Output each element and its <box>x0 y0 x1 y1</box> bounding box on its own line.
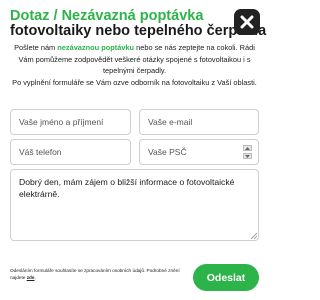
zip-field <box>139 139 259 165</box>
intro-line2: Po vyplnění formuláře se Vám ozve odborn… <box>12 77 257 87</box>
email-input[interactable] <box>139 109 259 135</box>
zip-input[interactable] <box>140 140 256 164</box>
stepper-up-button[interactable] <box>243 145 252 151</box>
zip-stepper <box>243 145 252 159</box>
consent-link[interactable]: zde <box>27 275 35 280</box>
title-highlight: Nezávazná poptávka <box>61 8 204 24</box>
stepper-down-button[interactable] <box>243 153 252 159</box>
message-textarea[interactable]: Dobrý den, mám zájem o bližší informace … <box>10 169 259 241</box>
intro-highlight: nezávaznou poptávku <box>57 43 135 52</box>
intro-text: Pošlete nám nezávaznou poptávku nebo se … <box>10 42 259 88</box>
resize-grip-icon[interactable] <box>250 232 257 239</box>
phone-input[interactable] <box>10 139 131 165</box>
title-line-2: fotovoltaiky nebo tepelného čerpadla <box>10 23 267 39</box>
chevron-up-icon <box>245 146 250 150</box>
submit-button[interactable]: Odeslat <box>193 264 259 291</box>
close-button[interactable] <box>234 9 260 35</box>
title-prefix: Dotaz / <box>10 8 58 24</box>
inquiry-modal: Dotaz / Nezávazná poptávka fotovoltaiky … <box>0 0 269 300</box>
close-icon <box>240 15 254 29</box>
chevron-down-icon <box>245 154 250 158</box>
name-input[interactable] <box>10 109 131 135</box>
intro-part1: Pošlete nám <box>14 43 58 52</box>
consent-end: . <box>34 275 36 280</box>
consent-text: Odesláním formuláře souhlasíte se zpraco… <box>10 267 185 281</box>
